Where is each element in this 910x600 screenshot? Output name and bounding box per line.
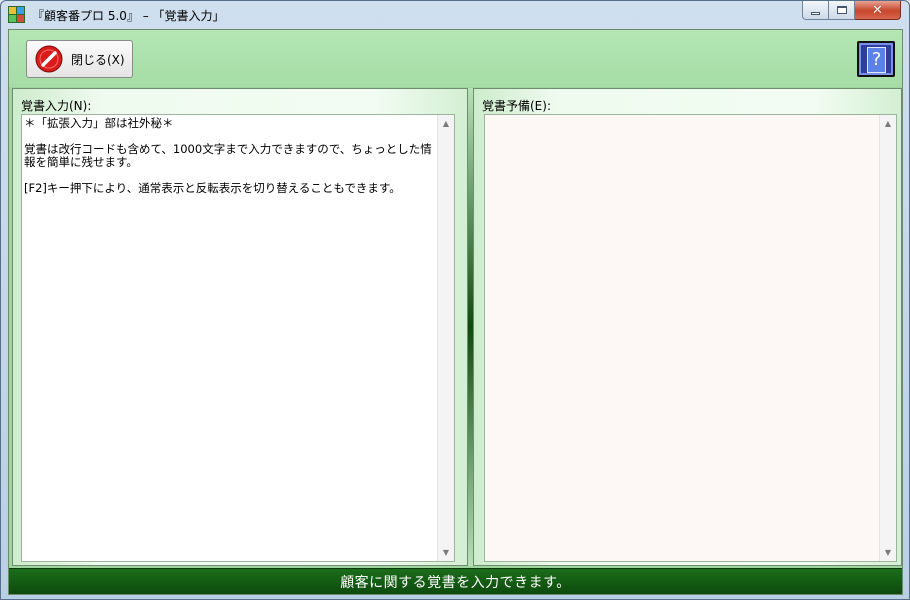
scroll-down-arrow-icon[interactable]: ▼ xyxy=(880,544,896,561)
maximize-icon xyxy=(836,6,847,14)
memo-reserve-textarea[interactable]: ▲ ▼ xyxy=(484,114,897,562)
window-title: 『顧客番プロ 5.0』 – 「覚書入力」 xyxy=(32,9,225,23)
app-grid-icon xyxy=(8,6,25,23)
help-icon: ? xyxy=(867,47,886,73)
title-bar[interactable]: 『顧客番プロ 5.0』 – 「覚書入力」 ✕ xyxy=(1,1,909,28)
status-bar: 顧客に関する覚書を入力できます。 xyxy=(9,568,902,594)
scroll-up-arrow-icon[interactable]: ▲ xyxy=(880,115,896,132)
close-form-button[interactable]: 閉じる(X) xyxy=(26,40,133,78)
minimize-icon xyxy=(811,11,820,15)
client-area: 閉じる(X) ? 覚書入力(N): ＊「拡張入力」部は社外秘＊ 覚書は改行コード… xyxy=(8,29,903,595)
caption-buttons: ✕ xyxy=(802,1,901,20)
no-entry-icon xyxy=(35,45,63,73)
scroll-down-arrow-icon[interactable]: ▼ xyxy=(438,544,454,561)
status-text: 顧客に関する覚書を入力できます。 xyxy=(340,574,571,591)
minimize-button[interactable] xyxy=(802,1,829,20)
memo-input-textarea[interactable]: ＊「拡張入力」部は社外秘＊ 覚書は改行コードも含めて、1000文字まで入力できま… xyxy=(21,114,455,562)
memo-input-label: 覚書入力(N): xyxy=(21,99,92,113)
memo-reserve-label: 覚書予備(E): xyxy=(482,99,551,113)
close-icon: ✕ xyxy=(872,2,883,18)
scroll-up-arrow-icon[interactable]: ▲ xyxy=(438,115,454,132)
memo-input-text: ＊「拡張入力」部は社外秘＊ 覚書は改行コードも含めて、1000文字まで入力できま… xyxy=(24,116,432,195)
memo-reserve-scrollbar[interactable]: ▲ ▼ xyxy=(879,115,896,561)
memo-reserve-panel: 覚書予備(E): ▲ ▼ xyxy=(473,88,902,566)
help-glyph: ? xyxy=(871,49,882,70)
memo-input-panel: 覚書入力(N): ＊「拡張入力」部は社外秘＊ 覚書は改行コードも含めて、1000… xyxy=(12,88,468,566)
toolbar: 閉じる(X) ? xyxy=(9,30,902,87)
help-button[interactable]: ? xyxy=(857,41,895,77)
maximize-button[interactable] xyxy=(829,1,855,20)
window-close-button[interactable]: ✕ xyxy=(855,1,901,20)
close-form-label: 閉じる(X) xyxy=(71,52,125,67)
app-window: 『顧客番プロ 5.0』 – 「覚書入力」 ✕ 閉じる(X) ? 覚書入力(N):… xyxy=(0,0,910,600)
memo-input-scrollbar[interactable]: ▲ ▼ xyxy=(437,115,454,561)
